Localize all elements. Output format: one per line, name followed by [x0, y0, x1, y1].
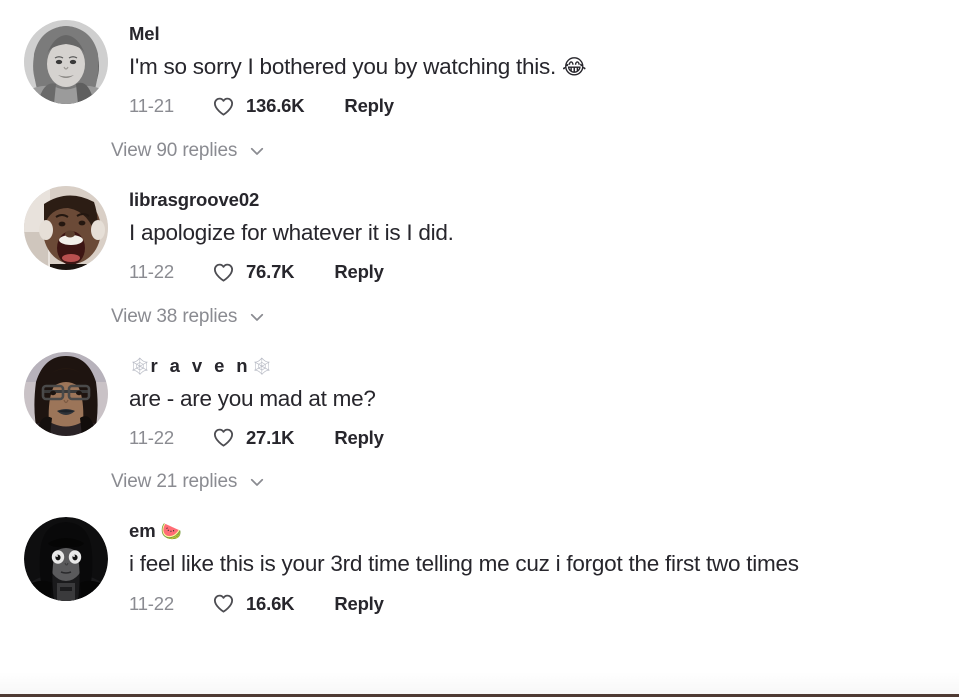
username-text: Mel [129, 23, 160, 44]
like-button[interactable]: 136.6K [212, 95, 305, 118]
comment-thread: Mel I'm so sorry I bothered you by watch… [0, 0, 959, 615]
comment-date: 11-22 [129, 261, 174, 283]
comment-text-content: I apologize for whatever it is I did. [129, 219, 454, 245]
view-replies-button[interactable]: View 21 replies [0, 471, 266, 493]
chevron-down-icon[interactable] [248, 473, 266, 491]
avatar[interactable] [24, 20, 108, 104]
comment-item: Mel I'm so sorry I bothered you by watch… [0, 18, 959, 118]
comment-item: librasgroove02 I apologize for whatever … [0, 184, 959, 284]
comment-item: em 🍉 i feel like this is your 3rd time t… [0, 515, 959, 615]
view-replies-label: View 90 replies [111, 139, 238, 161]
heart-icon[interactable] [212, 261, 235, 284]
username-text: librasgroove02 [129, 188, 260, 210]
avatar-art-smiling-woman [24, 20, 108, 104]
view-replies-label: View 21 replies [111, 471, 238, 493]
comment-item: 🕸r a v e n🕸 are - are you mad at me? 11-… [0, 350, 959, 450]
reply-button[interactable]: Reply [334, 593, 384, 615]
view-replies-button[interactable]: View 90 replies [0, 140, 266, 162]
reply-button[interactable]: Reply [344, 95, 394, 117]
comment-text: I apologize for whatever it is I did. [129, 218, 949, 248]
heart-icon[interactable] [212, 592, 235, 615]
like-count: 27.1K [245, 426, 295, 448]
avatar-art-shouting-person [24, 185, 108, 270]
reply-button[interactable]: Reply [334, 261, 384, 283]
comment-username[interactable]: librasgroove02 [129, 188, 949, 212]
comment-text: i feel like this is your 3rd time tellin… [129, 549, 949, 579]
avatar-art-person-glasses [24, 351, 108, 436]
spider-web-prefix-icon: 🕸 [129, 356, 151, 377]
avatar[interactable] [24, 517, 108, 602]
heart-icon[interactable] [212, 95, 235, 118]
comment-text-content: i feel like this is your 3rd time tellin… [129, 551, 799, 577]
comment-date: 11-21 [129, 95, 174, 117]
like-button[interactable]: 27.1K [212, 426, 295, 449]
comment-username[interactable]: Mel [129, 22, 949, 46]
view-replies-button[interactable]: View 38 replies [0, 306, 266, 328]
avatar[interactable] [24, 185, 108, 270]
bottom-fade-overlay [0, 672, 959, 694]
avatar-image-mel[interactable] [24, 20, 108, 104]
laughing-emoji-icon: 😂 [562, 55, 587, 80]
username-text: r a v e n [150, 354, 252, 376]
comment-text-content: are - are you mad at me? [129, 385, 376, 411]
avatar[interactable] [24, 351, 108, 436]
like-button[interactable]: 76.7K [212, 261, 295, 284]
avatar-image-em[interactable] [24, 517, 108, 602]
chevron-down-icon[interactable] [248, 308, 266, 326]
comment-body: 🕸r a v e n🕸 are - are you mad at me? 11-… [108, 350, 949, 450]
reply-button[interactable]: Reply [334, 427, 384, 449]
watermelon-emoji-icon: 🍉 [160, 522, 182, 543]
like-count: 136.6K [245, 95, 305, 117]
like-count: 16.6K [245, 592, 295, 614]
spider-web-suffix-icon: 🕸 [251, 356, 273, 377]
comment-text: I'm so sorry I bothered you by watching … [129, 52, 949, 82]
comment-meta-row: 11-21 136.6K Reply [129, 95, 949, 118]
chevron-down-icon[interactable] [248, 142, 266, 160]
heart-icon[interactable] [212, 426, 235, 449]
comment-meta-row: 11-22 76.7K Reply [129, 261, 949, 284]
comment-meta-row: 11-22 27.1K Reply [129, 426, 949, 449]
avatar-image-librasgroove02[interactable] [24, 185, 108, 270]
like-button[interactable]: 16.6K [212, 592, 295, 615]
avatar-image-raven[interactable] [24, 351, 108, 436]
comment-body: Mel I'm so sorry I bothered you by watch… [108, 18, 949, 118]
comment-text: are - are you mad at me? [129, 384, 949, 414]
view-replies-label: View 38 replies [111, 305, 238, 327]
username-text: em [129, 520, 156, 542]
comment-date: 11-22 [129, 592, 174, 614]
comment-body: em 🍉 i feel like this is your 3rd time t… [108, 515, 949, 615]
like-count: 76.7K [245, 261, 295, 283]
avatar-art-dark-animated-character [24, 517, 108, 602]
comment-meta-row: 11-22 16.6K Reply [129, 592, 949, 615]
comment-date: 11-22 [129, 426, 174, 448]
comment-body: librasgroove02 I apologize for whatever … [108, 184, 949, 284]
comment-username[interactable]: em 🍉 [129, 519, 949, 543]
comment-username[interactable]: 🕸r a v e n🕸 [129, 354, 949, 378]
comment-text-content: I'm so sorry I bothered you by watching … [129, 54, 556, 80]
